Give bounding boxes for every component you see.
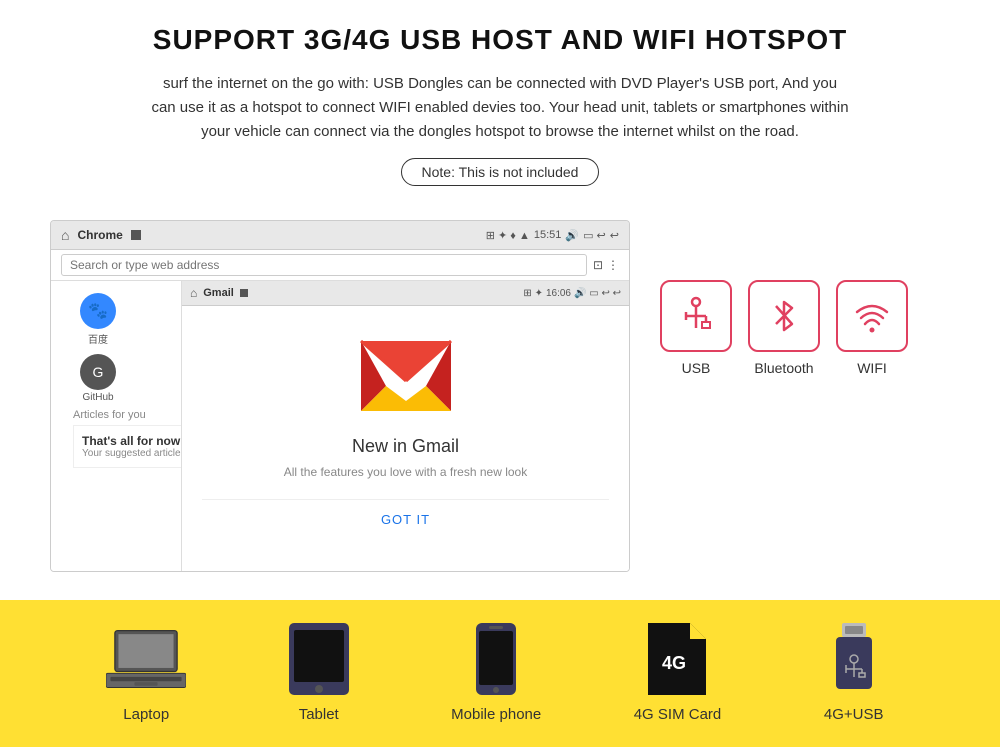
baidu-app: 🐾 百度 <box>73 293 123 346</box>
note-badge: Note: This is not included <box>401 158 600 186</box>
bluetooth-icon-box <box>748 280 820 352</box>
simcard-svg: 4G <box>648 623 706 695</box>
tablet-item: Tablet <box>279 624 359 723</box>
volume-icon: 🔊 <box>565 229 579 242</box>
signal-icon: ⊞ ✦ ♦ ▲ <box>486 229 530 242</box>
wifi-icon-box <box>836 280 908 352</box>
svg-text:4G: 4G <box>662 653 686 673</box>
simcard-item: 4G 4G SIM Card <box>634 624 722 723</box>
laptop-item: Laptop <box>106 624 186 723</box>
laptop-svg <box>106 627 186 692</box>
browser-content: 🐾 百度 G GitHub Articles for you That's al… <box>51 281 629 571</box>
gmail-m-svg <box>356 336 456 416</box>
gmail-signal-icons: ⊞ ✦ <box>523 288 543 299</box>
wifi-item: WIFI <box>836 280 908 376</box>
gmail-icons: 🔊 ▭ ↩ ↩ <box>574 288 621 299</box>
bluetooth-label: Bluetooth <box>754 360 813 376</box>
subtitle-text: surf the internet on the go with: USB Do… <box>150 72 850 144</box>
header-section: SUPPORT 3G/4G USB HOST AND WIFI HOTSPOT … <box>0 0 1000 220</box>
gmail-overlay: ⌂ Gmail ⊞ ✦ 16:06 🔊 ▭ ↩ ↩ <box>181 281 629 571</box>
github-label: GitHub <box>82 392 113 403</box>
chrome-label: Chrome <box>77 228 122 242</box>
phone-label: Mobile phone <box>451 706 541 723</box>
usb-drive-label: 4G+USB <box>824 706 884 723</box>
gmail-time: 16:06 <box>546 288 571 299</box>
address-bar: ⊡ ⋮ <box>51 250 629 281</box>
chrome-time: 15:51 <box>534 229 562 241</box>
github-app: G GitHub <box>73 354 123 403</box>
tablet-icon <box>279 624 359 694</box>
main-title: SUPPORT 3G/4G USB HOST AND WIFI HOTSPOT <box>40 24 960 56</box>
usb-label: USB <box>682 360 711 376</box>
back-icon: ↩ <box>610 229 619 242</box>
simcard-label: 4G SIM Card <box>634 706 722 723</box>
address-input[interactable] <box>61 254 587 276</box>
screen-icon: ▭ ↩ <box>583 229 606 242</box>
chrome-stop-icon <box>131 230 141 240</box>
usb-drive-svg <box>836 623 872 695</box>
baidu-icon: 🐾 <box>80 293 116 329</box>
phone-item: Mobile phone <box>451 624 541 723</box>
tablet-label: Tablet <box>299 706 339 723</box>
gmail-home-icon: ⌂ <box>190 286 197 300</box>
bluetooth-item: Bluetooth <box>748 280 820 376</box>
laptop-label: Laptop <box>123 706 169 723</box>
usb-drive-item: 4G+USB <box>814 624 894 723</box>
chrome-bar: ⌂ Chrome ⊞ ✦ ♦ ▲ 15:51 🔊 ▭ ↩ ↩ <box>51 221 629 250</box>
baidu-label: 百度 <box>88 331 108 346</box>
usb-icon-box <box>660 280 732 352</box>
laptop-icon <box>106 624 186 694</box>
phone-icon <box>456 624 536 694</box>
gmail-status: ⊞ ✦ 16:06 🔊 ▭ ↩ ↩ <box>523 288 621 299</box>
simcard-icon: 4G <box>637 624 717 694</box>
gmail-stop-icon <box>240 289 248 297</box>
wifi-svg-icon <box>852 296 892 336</box>
addr-icons: ⊡ ⋮ <box>593 258 619 272</box>
main-content: ⌂ Chrome ⊞ ✦ ♦ ▲ 15:51 🔊 ▭ ↩ ↩ ⊡ ⋮ <box>0 220 1000 572</box>
gmail-body: New in Gmail All the features you love w… <box>182 306 629 559</box>
github-icon: G <box>80 354 116 390</box>
gmail-got-it-button[interactable]: GOT IT <box>202 499 609 539</box>
bluetooth-svg-icon <box>764 296 804 336</box>
home-icon: ⌂ <box>61 227 69 243</box>
connectivity-panel: USB Bluetooth <box>660 220 950 376</box>
browser-mockup: ⌂ Chrome ⊞ ✦ ♦ ▲ 15:51 🔊 ▭ ↩ ↩ ⊡ ⋮ <box>50 220 630 572</box>
usb-svg-icon <box>676 296 716 336</box>
tablet-svg <box>289 623 349 695</box>
usb-item: USB <box>660 280 732 376</box>
gmail-new-sub: All the features you love with a fresh n… <box>284 465 527 479</box>
gmail-label: Gmail <box>203 287 234 299</box>
connectivity-icons: USB Bluetooth <box>660 280 908 376</box>
gmail-bar: ⌂ Gmail ⊞ ✦ 16:06 🔊 ▭ ↩ ↩ <box>182 281 629 306</box>
phone-svg <box>476 623 516 695</box>
bottom-section: Laptop Tablet Mobile phone <box>0 600 1000 747</box>
chrome-status-icons: ⊞ ✦ ♦ ▲ 15:51 🔊 ▭ ↩ ↩ <box>486 229 619 242</box>
menu-icon: ⋮ <box>607 258 619 272</box>
wifi-label: WIFI <box>857 360 887 376</box>
usb-drive-icon <box>814 624 894 694</box>
gmail-new-title: New in Gmail <box>352 436 459 457</box>
tab-icon: ⊡ <box>593 258 603 272</box>
